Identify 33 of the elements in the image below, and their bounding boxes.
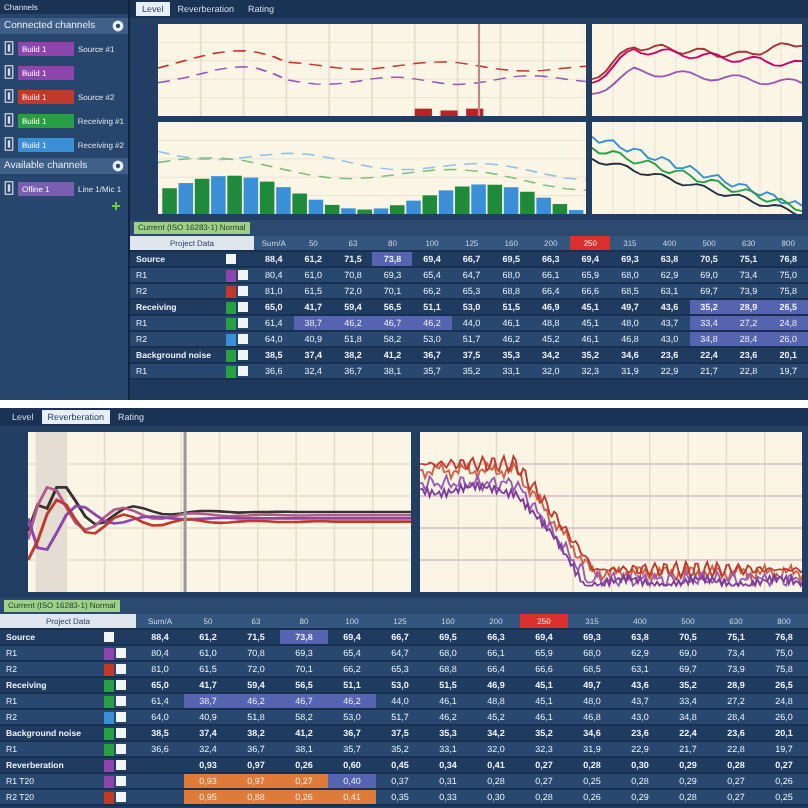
checkbox-icon[interactable] xyxy=(116,744,126,754)
checkbox-icon[interactable] xyxy=(238,286,248,296)
checkbox-icon[interactable] xyxy=(238,350,248,360)
device-icon xyxy=(4,88,14,104)
checkbox-icon[interactable] xyxy=(116,776,126,786)
checkbox-icon[interactable] xyxy=(116,696,126,706)
checkbox-icon[interactable] xyxy=(104,632,114,642)
chart-bar xyxy=(466,108,484,116)
device-icon xyxy=(4,180,14,196)
checkbox-icon[interactable] xyxy=(238,366,248,376)
checkbox-icon[interactable] xyxy=(116,648,126,658)
cursor-line[interactable] xyxy=(183,432,187,592)
device-icon xyxy=(4,112,14,128)
cursor-line[interactable] xyxy=(478,24,480,116)
checkbox-icon[interactable] xyxy=(116,712,126,722)
device-icon xyxy=(4,136,14,152)
checkbox-icon[interactable] xyxy=(238,334,248,344)
device-icon xyxy=(4,40,14,56)
checkbox-icon[interactable] xyxy=(116,664,126,674)
checkbox-icon[interactable] xyxy=(238,302,248,312)
device-icon xyxy=(4,64,14,80)
settings-icon[interactable] xyxy=(112,160,124,172)
checkbox-icon[interactable] xyxy=(116,792,126,802)
checkbox-icon[interactable] xyxy=(116,760,126,770)
checkbox-icon[interactable] xyxy=(238,270,248,280)
chart-bar xyxy=(414,108,432,116)
checkbox-icon[interactable] xyxy=(116,680,126,690)
checkbox-icon[interactable] xyxy=(116,728,126,738)
chart-bar xyxy=(440,110,458,116)
add-icon[interactable] xyxy=(112,202,120,210)
checkbox-icon[interactable] xyxy=(226,254,236,264)
settings-icon[interactable] xyxy=(112,20,124,32)
checkbox-icon[interactable] xyxy=(238,318,248,328)
